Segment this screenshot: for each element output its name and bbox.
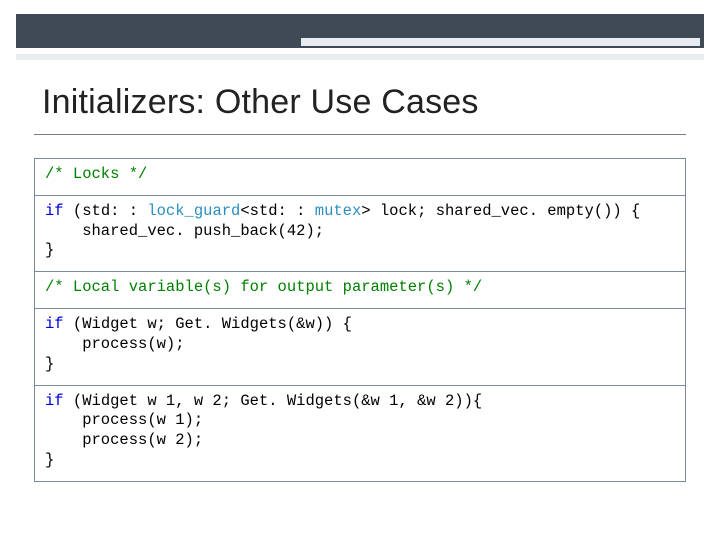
title-rule — [34, 134, 686, 135]
comment-text: /* Local variable(s) for output paramete… — [45, 278, 482, 296]
code-row-5: if (Widget w 1, w 2; Get. Widgets(&w 1, … — [35, 385, 686, 481]
header-underbar — [16, 54, 704, 60]
code-block-widget-single: if (Widget w; Get. Widgets(&w)) { proces… — [45, 315, 675, 374]
comment-text: /* Locks */ — [45, 165, 147, 183]
slide-title: Initializers: Other Use Cases — [42, 84, 678, 121]
code-row-4: if (Widget w; Get. Widgets(&w)) { proces… — [35, 309, 686, 385]
header-bar — [16, 14, 704, 48]
code-row-1: /* Locks */ — [35, 159, 686, 196]
code-block-widget-double: if (Widget w 1, w 2; Get. Widgets(&w 1, … — [45, 392, 675, 471]
code-row-2: if (std: : lock_guard<std: : mutex> lock… — [35, 195, 686, 271]
code-block-comment-localvars: /* Local variable(s) for output paramete… — [45, 278, 675, 298]
header-bar-accent — [301, 36, 700, 46]
slide: Initializers: Other Use Cases /* Locks *… — [0, 0, 720, 540]
code-block-comment-locks: /* Locks */ — [45, 165, 675, 185]
code-row-3: /* Local variable(s) for output paramete… — [35, 272, 686, 309]
code-block-lock-guard: if (std: : lock_guard<std: : mutex> lock… — [45, 202, 675, 261]
code-table: /* Locks */ if (std: : lock_guard<std: :… — [34, 158, 686, 482]
